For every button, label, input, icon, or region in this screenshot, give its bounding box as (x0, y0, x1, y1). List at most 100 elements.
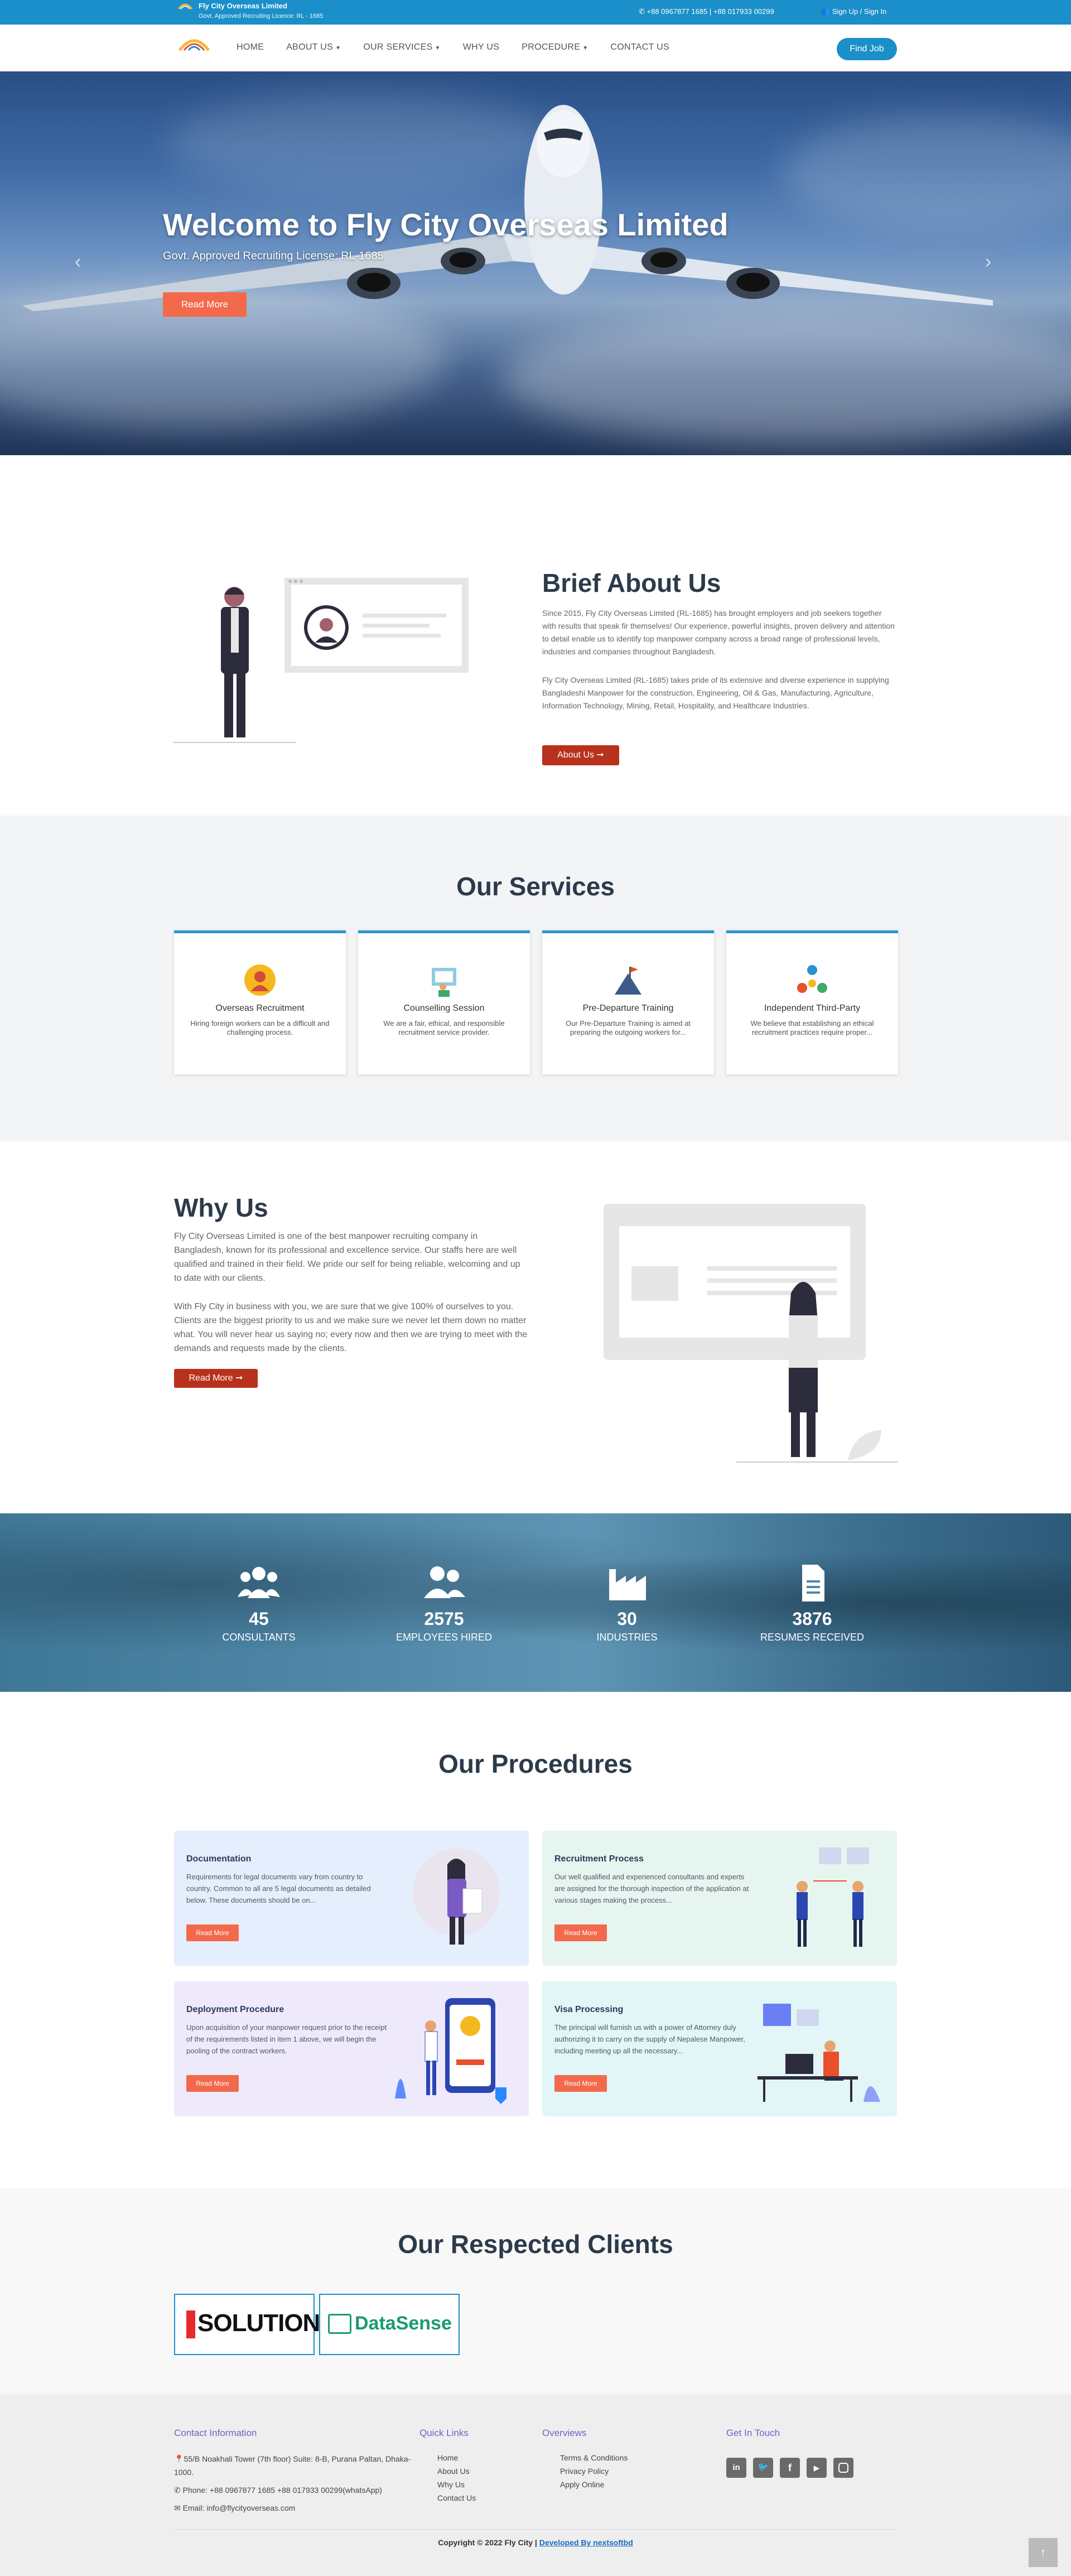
service-title: Pre-Departure Training (582, 1004, 674, 1013)
site-logo[interactable] (177, 33, 211, 54)
stat-value: 2575 (424, 1609, 464, 1629)
procedure-desc: Our well qualified and experienced consu… (554, 1873, 749, 1904)
service-desc: Our Pre-Departure Training is aimed at p… (566, 1019, 691, 1036)
services-title: Our Services (456, 872, 615, 901)
slider-next-icon[interactable]: › (985, 251, 991, 273)
signin-link[interactable]: 👥 Sign Up / Sign In (821, 7, 886, 16)
hero-title: Welcome to Fly City Overseas Limited (163, 207, 729, 242)
client-logo-solution[interactable]: SOLUTION (174, 2294, 320, 2355)
nav-menu: HOME ABOUT US ▼ OUR SERVICES ▼ WHY US PROC… (237, 42, 692, 52)
chevron-down-icon: ▼ (582, 45, 588, 51)
stat-label: EMPLOYEES HIRED (395, 1632, 493, 1643)
nav-procedure[interactable]: PROCEDURE ▼ (522, 42, 588, 52)
users-icon (238, 1567, 280, 1598)
user-group-icon (424, 1566, 465, 1598)
service-card[interactable]: Counselling Session We are a fair, ethic… (358, 930, 530, 1074)
procedure-desc: The principal will furnish us with a pow… (554, 2023, 745, 2055)
procedure-title: Deployment Procedure (186, 2005, 284, 2014)
recruitment-illustration (797, 1847, 869, 1947)
about-paragraph-2: Fly City Overseas Limited (RL-1685) take… (542, 676, 889, 710)
hero-read-more-button[interactable]: Read More (163, 292, 247, 317)
hero-subtitle: Govt. Approved Recruiting License: RL-16… (163, 250, 384, 262)
service-card[interactable]: Independent Third-Party We believe that … (726, 930, 898, 1074)
about-us-button[interactable]: About Us ➞ (542, 745, 619, 765)
footer-privacy[interactable]: Privacy Policy (560, 2464, 609, 2478)
slider-prev-icon[interactable]: ‹ (75, 251, 81, 273)
footer-touch-title: Get In Touch (726, 2428, 780, 2438)
linkedin-icon[interactable]: in (726, 2458, 746, 2478)
youtube-icon[interactable]: ▶ (807, 2458, 827, 2478)
footer-quick-about[interactable]: About Us (437, 2464, 470, 2478)
deployment-illustration (395, 1998, 506, 2104)
procedure-card-visa: Visa Processing The principal will furni… (542, 1981, 897, 2116)
procedure-read-more-button[interactable]: Read More (186, 2075, 239, 2092)
procedure-read-more-button[interactable]: Read More (554, 1924, 607, 1941)
clients-section: Our Respected Clients SOLUTION DataSense (0, 2188, 1071, 2394)
top-bar: Fly City Overseas Limited Govt. Approved… (0, 0, 1071, 25)
client-logo-datasense[interactable]: DataSense (319, 2294, 460, 2355)
developer-link[interactable]: Developed By nextsoftbd (539, 2538, 633, 2547)
procedure-desc: Upon acquisition of your manpower reques… (186, 2023, 387, 2055)
instagram-icon[interactable] (833, 2458, 853, 2478)
service-desc: We believe that establishing an ethical … (750, 1019, 874, 1036)
facebook-icon[interactable]: f (780, 2458, 800, 2478)
about-title: Brief About Us (542, 568, 721, 597)
stat-label: INDUSTRIES (596, 1632, 658, 1643)
procedure-title: Recruitment Process (554, 1854, 644, 1864)
stats-section: 45 CONSULTANTS 2575 EMPLOYEES HIRED 30 I… (0, 1513, 1071, 1692)
stat-value: 3876 (792, 1609, 832, 1629)
footer-quick-contact[interactable]: Contact Us (437, 2491, 476, 2505)
third-party-icon (797, 965, 827, 993)
stat-industries: 30 INDUSTRIES (560, 1564, 694, 1643)
nav-home[interactable]: HOME (237, 42, 264, 52)
footer-quick-title: Quick Links (419, 2428, 469, 2438)
footer-contact-title: Contact Information (174, 2428, 257, 2438)
footer-email[interactable]: ✉ Email: info@flycityoverseas.com (174, 2501, 295, 2515)
phone-icon: ✆ (639, 7, 647, 16)
footer-overviews-title: Overviews (542, 2428, 587, 2438)
footer-phone: ✆ Phone: +88 0967877 1685 +88 017933 002… (174, 2486, 382, 2495)
license-text: Govt. Approved Recruiting Licence: RL - … (199, 13, 324, 20)
phone-numbers: ✆ +88 0967877 1685 | +88 017933 00299 (639, 7, 774, 16)
service-card[interactable]: Pre-Departure Training Our Pre-Departure… (542, 930, 714, 1074)
find-job-button[interactable]: Find Job (837, 38, 897, 60)
service-title: Independent Third-Party (764, 1004, 861, 1013)
footer-apply[interactable]: Apply Online (560, 2478, 604, 2491)
arrow-up-icon: ↑ (1040, 2545, 1046, 2559)
procedures-title: Our Procedures (438, 1749, 633, 1778)
logo-icon (177, 3, 193, 9)
footer-address: 📍55/B Noakhali Tower (7th floor) Suite: … (174, 2454, 411, 2477)
phone-icon: ✆ (174, 2486, 183, 2495)
stat-consultants: 45 CONSULTANTS (192, 1564, 326, 1643)
nav-about[interactable]: ABOUT US ▼ (286, 42, 341, 52)
scroll-to-top-button[interactable]: ↑ (1029, 2538, 1058, 2567)
service-desc: We are a fair, ethical, and responsible … (383, 1019, 505, 1036)
nav-services[interactable]: OUR SERVICES ▼ (363, 42, 440, 52)
envelope-icon: ✉ (174, 2503, 183, 2512)
about-illustration (173, 578, 469, 743)
why-read-more-button[interactable]: Read More ➞ (174, 1369, 258, 1388)
procedure-read-more-button[interactable]: Read More (186, 1924, 239, 1941)
procedure-card-deployment: Deployment Procedure Upon acquisition of… (174, 1981, 529, 2116)
service-title: Counselling Session (403, 1004, 485, 1013)
why-paragraph-2: With Fly City in business with you, we a… (174, 1302, 528, 1353)
hero-slider: Welcome to Fly City Overseas Limited Gov… (0, 71, 1071, 455)
service-card[interactable]: Overseas Recruitment Hiring foreign work… (174, 930, 346, 1074)
footer-quick-home[interactable]: Home (437, 2451, 458, 2464)
nav-why[interactable]: WHY US (463, 42, 500, 52)
why-illustration (604, 1204, 898, 1463)
main-navbar: HOME ABOUT US ▼ OUR SERVICES ▼ WHY US PROC… (0, 25, 1071, 71)
document-icon (802, 1565, 824, 1601)
about-paragraph-1: Since 2015, Fly City Overseas Limited (R… (542, 609, 895, 656)
footer-terms[interactable]: Terms & Conditions (560, 2451, 628, 2464)
documentation-illustration (413, 1849, 500, 1945)
visa-illustration (758, 2004, 880, 2102)
procedure-read-more-button[interactable]: Read More (554, 2075, 607, 2092)
stat-label: RESUMES RECEIVED (760, 1632, 865, 1643)
chevron-down-icon: ▼ (435, 45, 441, 51)
nav-contact[interactable]: CONTACT US (610, 42, 669, 52)
twitter-icon[interactable]: 🐦 (753, 2458, 773, 2478)
stat-employees: 2575 EMPLOYEES HIRED (377, 1564, 511, 1643)
procedure-card-documentation: Documentation Requirements for legal doc… (174, 1831, 529, 1966)
footer-quick-why[interactable]: Why Us (437, 2478, 465, 2491)
